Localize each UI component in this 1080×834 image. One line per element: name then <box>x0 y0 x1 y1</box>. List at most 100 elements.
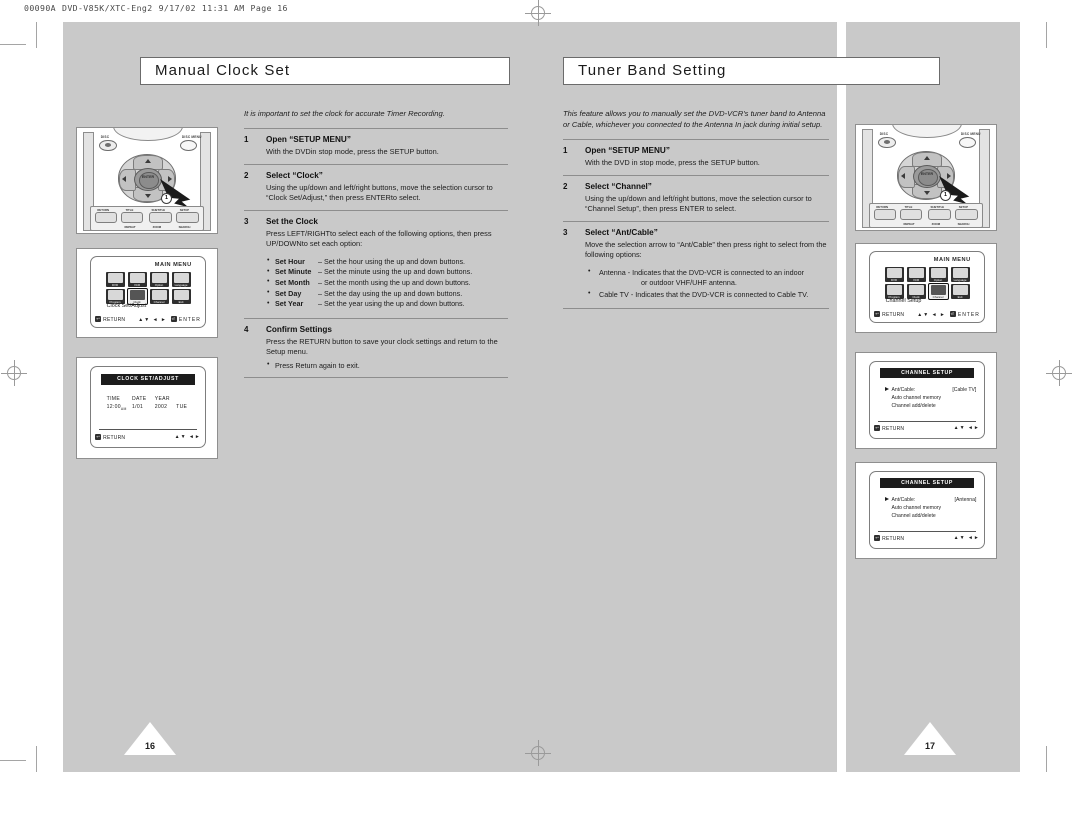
osd-icon-exit: Exit <box>950 284 970 300</box>
clock-option-item: Set Day – Set the day using the up and do… <box>266 288 508 299</box>
step-number: 3 <box>563 227 568 237</box>
step-number: 3 <box>244 216 249 226</box>
channel-row-antcable: Ant/Cable: [Antenna] <box>884 496 977 504</box>
remote-button-subtitle <box>149 211 172 224</box>
registration-mark-top <box>525 0 551 26</box>
remote-button-caption: SUBTITLE <box>151 208 166 213</box>
osd-footer: ↩ RETURN ▲▼ ◄► <box>874 425 980 434</box>
channel-row-label: Auto channel memory <box>891 394 942 401</box>
remote-button-caption: TITLE <box>125 208 134 213</box>
osd-icon-dvd: DVD <box>105 271 125 287</box>
step-heading: Open “SETUP MENU” <box>266 135 351 144</box>
osd-clock-title: CLOCK SET/ADJUST <box>100 374 196 385</box>
remote-control-illustration-left: DISC DISC MENU ENTER 1 RETURN TITLE SUBT… <box>76 127 218 234</box>
osd-icon-row-1: DVD VCR Option Language <box>105 271 191 287</box>
main-menu-screen-left: MAIN MENU DVD VCR Option Language Progra… <box>76 248 218 338</box>
clock-field-values: 12:00AM 1/01 2002 TUE <box>107 404 197 411</box>
step-number: 1 <box>563 146 568 155</box>
left-page-text-column: It is important to set the clock for acc… <box>244 108 508 378</box>
remote-button-setup <box>176 211 199 224</box>
osd-footer: ↩ RETURN ▲▼ ◄► <box>874 535 980 544</box>
osd-return-hint: ↩ RETURN <box>95 434 126 442</box>
remote-button-return <box>95 211 118 224</box>
remote-artwork: DISC DISC MENU ENTER 1 RETURN TITLE SUBT… <box>77 128 217 233</box>
channel-row-label: Ant/Cable: <box>891 496 916 503</box>
osd-divider <box>98 429 198 431</box>
remote-button-subtitle <box>928 208 951 221</box>
clock-option-item: Set Year – Set the year using the up and … <box>266 299 508 309</box>
crop-mark-bl-v <box>36 746 37 772</box>
step-heading: Select “Clock” <box>266 170 323 180</box>
page-title-tuner-band-setting: Tuner Band Setting <box>563 57 940 85</box>
return-icon: ↩ <box>95 316 102 323</box>
osd-icon-channel: Channel <box>927 283 949 301</box>
clock-option-item: Set Month – Set the month using the up an… <box>266 277 508 288</box>
remote-label-disc: DISC <box>100 135 110 140</box>
scanned-page-spread: 00090A DVD-V85K/XTC-Eng2 9/17/02 11:31 AM Pa… <box>0 0 1080 834</box>
arrow-up-icon <box>924 155 931 160</box>
channel-row-label: Auto channel memory <box>891 504 942 511</box>
print-slug-line: 00090A DVD-V85K/XTC-Eng2 9/17/02 11:31 AM Pa… <box>24 3 288 13</box>
clock-value-weekday: TUE <box>176 403 188 410</box>
crop-mark-bl-h <box>0 760 26 761</box>
option-text: Cable TV - Indicates that the DVD-VCR is… <box>599 289 809 299</box>
remote-button-subcaption: REPEAT <box>124 224 136 229</box>
remote-button-row: RETURN TITLE SUBTITLE SETUP REPEAT ZOOM … <box>89 205 205 231</box>
remote-button-caption: TITLE <box>904 205 913 210</box>
channel-setup-screen-cable: CHANNEL SETUP Ant/Cable: [Cable TV] Auto… <box>855 352 997 449</box>
arrow-left-icon <box>900 172 905 179</box>
remote-button-subcaption: SEARCH <box>957 221 970 226</box>
osd-footer: ↩ RETURN ▲▼ ◄► <box>95 434 201 444</box>
osd-icon-option: Option <box>149 271 169 287</box>
disc-button <box>878 136 896 148</box>
remote-button-subcaption: REPEAT <box>903 221 915 226</box>
step-note: Press Return again to exit. <box>266 360 508 371</box>
remote-top-curve <box>892 125 962 138</box>
channel-row-label: Channel add/delete <box>891 402 936 409</box>
channel-row-auto-memory: Auto channel memory <box>885 504 977 512</box>
antcable-option-list: Antenna - Indicates that the DVD-VCR is … <box>585 267 829 301</box>
return-icon: ↩ <box>95 434 102 441</box>
crop-mark-tr-v <box>1046 22 1047 48</box>
return-icon: ↩ <box>874 425 881 432</box>
osd-nav-hint: ▲▼ ◄ ► ⏎ ENTER <box>138 316 201 324</box>
remote-button-caption: SETUP <box>958 205 969 210</box>
channel-row-auto-memory: Auto channel memory <box>885 394 977 402</box>
osd-icon-program: Program <box>884 284 904 300</box>
osd-icon-grid: DVD VCR Option Language Program Clock Ch… <box>105 271 191 307</box>
nav-arrows-icon: ▲▼ ◄ ► <box>917 312 946 319</box>
osd-divider <box>877 420 977 422</box>
antcable-option-item: Antenna - Indicates that the DVD-VCR is … <box>585 267 829 289</box>
osd-return-hint: ↩ RETURN <box>874 425 905 433</box>
option-text: – Set the day using the up and down butt… <box>318 288 463 298</box>
remote-artwork: DISC DISC MENU ENTER 1 RETURN TITLE SUBT… <box>856 125 996 230</box>
osd-channel-setup-cable: CHANNEL SETUP Ant/Cable: [Cable TV] Auto… <box>868 360 986 439</box>
option-text: – Set the year using the up and down but… <box>318 299 465 309</box>
osd-title: MAIN MENU <box>933 256 971 263</box>
clock-value-year: 2002 <box>154 403 168 410</box>
disc-menu-button <box>959 136 977 148</box>
step-text: Using the up/down and left/right buttons… <box>585 193 812 214</box>
trim-bottom <box>0 772 1080 834</box>
step-3-right: 3 Select “Ant/Cable” Move the selection … <box>563 222 829 309</box>
option-label: Set Month <box>275 277 310 287</box>
osd-icon-option: Option <box>928 266 948 282</box>
page-title-manual-clock-set: Manual Clock Set <box>140 57 510 85</box>
step-2-left: 2 Select “Clock” Using the up/down and l… <box>244 165 508 210</box>
step-2-right: 2 Select “Channel” Using the up/down and… <box>563 176 829 221</box>
slug-time: 11:31 AM <box>201 3 245 13</box>
selection-arrow-icon <box>884 387 889 392</box>
osd-icon-clock: Clock <box>906 284 926 300</box>
slug-filename: DVD-V85K/XTC-Eng2 <box>61 3 153 13</box>
channel-row-value: [Antenna] <box>954 496 977 503</box>
crop-mark-tl-v <box>36 22 37 48</box>
channel-row-antcable: Ant/Cable: [Cable TV] <box>884 386 976 394</box>
osd-footer: ↩ RETURN ▲▼ ◄ ► ⏎ ENTER <box>95 316 201 324</box>
step-text: Move the selection arrow to “Ant/Cable” … <box>585 239 827 260</box>
osd-nav-hint: ▲▼ ◄► <box>174 434 201 441</box>
slug-job-number: 00090A <box>24 3 56 13</box>
channel-setup-screen-antenna: CHANNEL SETUP Ant/Cable: [Antenna] Auto … <box>855 462 997 559</box>
remote-top-curve <box>113 128 183 141</box>
registration-mark-left <box>1 360 27 386</box>
osd-nav-hint: ▲▼ ◄► <box>953 425 980 432</box>
